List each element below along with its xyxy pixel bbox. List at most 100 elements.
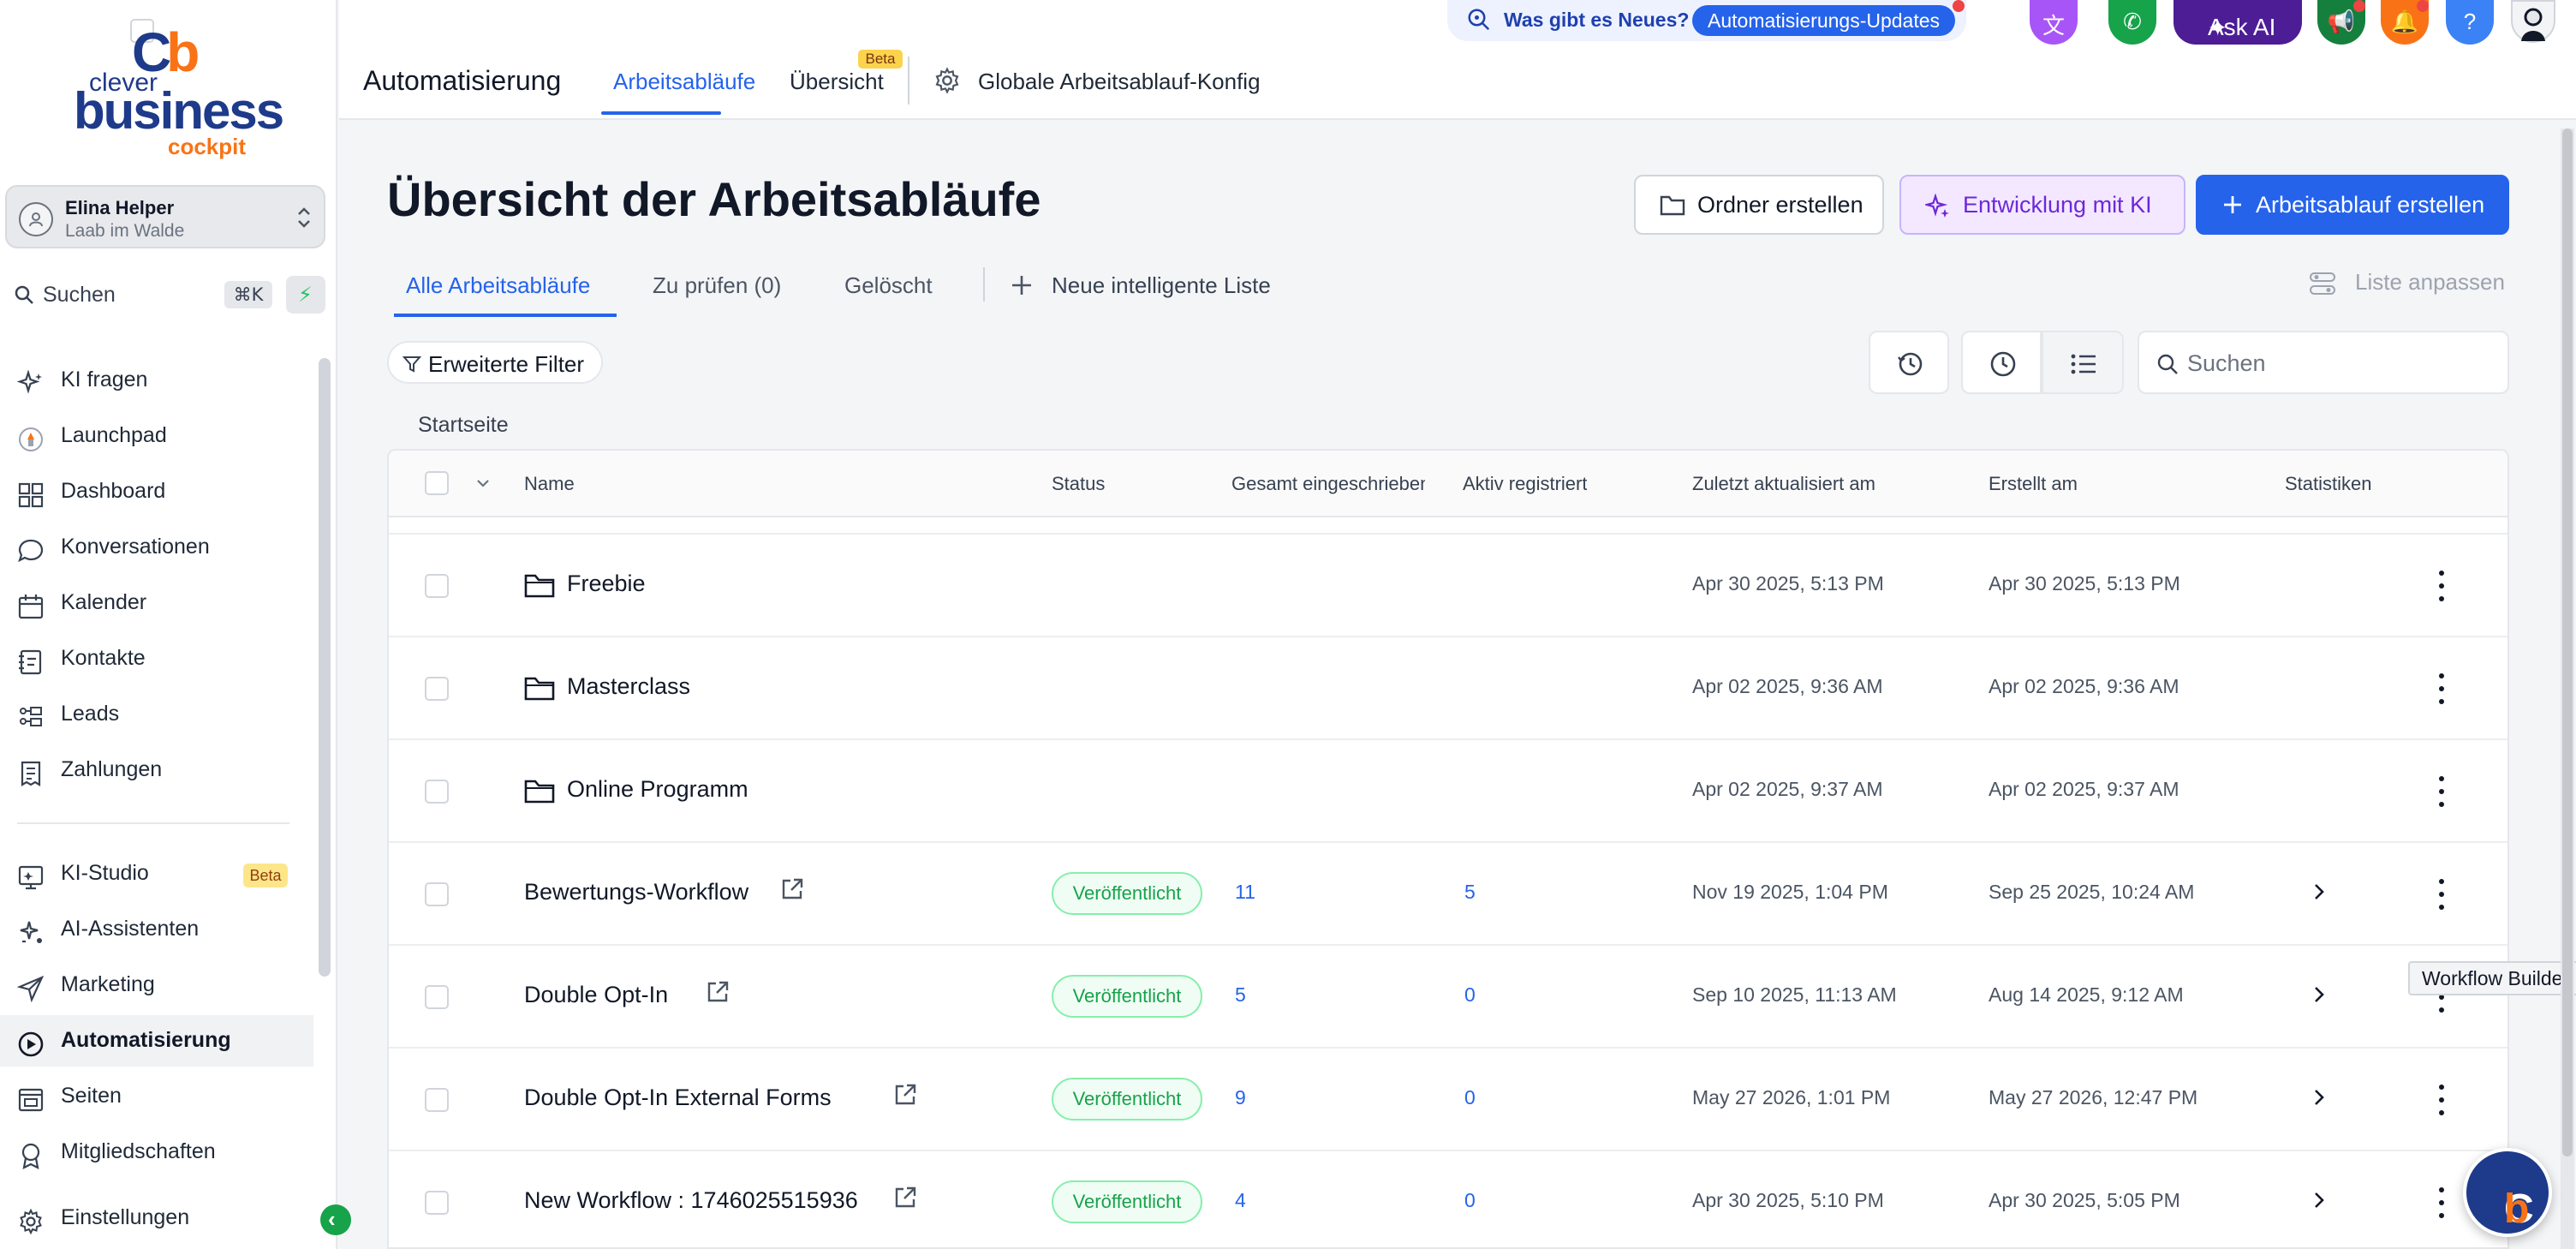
chevron-right-icon[interactable] [2309, 982, 2329, 1007]
column-total-enrolled[interactable]: Gesamt eingeschrieben [1231, 473, 1425, 495]
sidebar-search[interactable]: Suchen ⌘K [7, 276, 272, 314]
sidebar-item-automatisierung[interactable]: Automatisierung [0, 1015, 313, 1067]
total-enrolled-value[interactable]: 5 [1235, 983, 1246, 1007]
tab-global-config[interactable]: Globale Arbeitsablauf-Konfig [978, 69, 1261, 95]
active-enrolled-value[interactable]: 0 [1464, 1086, 1476, 1109]
workflow-search-input[interactable] [2187, 348, 2478, 379]
select-all-checkbox[interactable] [425, 471, 449, 495]
sidebar-item-launchpad[interactable]: Launchpad [0, 410, 313, 462]
external-link-icon[interactable] [706, 980, 730, 1004]
row-checkbox[interactable] [425, 1088, 449, 1112]
sidebar-item-leads[interactable]: Leads [0, 689, 313, 740]
list-view-button[interactable] [2042, 331, 2124, 394]
workflow-row[interactable]: Double Opt-In Veröffentlicht 5 0 Sep 10 2025… [389, 946, 2507, 1049]
row-name[interactable]: Online Programm [567, 776, 748, 803]
create-folder-button[interactable]: Ordner erstellen [1634, 175, 1884, 235]
gear-icon [17, 1208, 46, 1237]
external-link-icon[interactable] [893, 1186, 917, 1210]
tab-workflows[interactable]: Arbeitsabläufe [613, 69, 755, 95]
total-enrolled-value[interactable]: 9 [1235, 1086, 1246, 1109]
row-name[interactable]: Double Opt-In [524, 982, 668, 1008]
create-workflow-button[interactable]: Arbeitsablauf erstellen [2196, 175, 2509, 235]
chevron-down-icon[interactable] [474, 476, 492, 490]
advanced-filter-button[interactable]: Erweiterte Filter [387, 341, 603, 384]
row-name[interactable]: Freebie [567, 571, 646, 597]
folder-row[interactable]: Online Programm Apr 02 2025, 9:37 AM Apr 0… [389, 740, 2507, 843]
active-enrolled-value[interactable]: 0 [1464, 983, 1476, 1007]
folder-row[interactable]: Freebie Apr 30 2025, 5:13 PM Apr 30 2025, … [389, 535, 2507, 637]
account-switcher[interactable]: Elina Helper Laab im Walde [5, 185, 325, 248]
row-name[interactable]: Masterclass [567, 673, 690, 700]
chevron-right-icon[interactable] [2309, 879, 2329, 905]
column-status[interactable]: Status [1052, 473, 1105, 495]
sidebar-item-ai-assistenten[interactable]: AI-Assistenten [0, 904, 313, 955]
chevron-right-icon[interactable] [2309, 1085, 2329, 1110]
whats-new-banner[interactable]: Was gibt es Neues? Automatisierungs-Upda… [1447, 0, 1966, 41]
more-actions-icon[interactable] [2436, 875, 2448, 913]
column-statistics[interactable]: Statistiken [2285, 473, 2372, 495]
row-name[interactable]: Double Opt-In External Forms [524, 1085, 832, 1111]
sidebar-item-dashboard[interactable]: Dashboard [0, 466, 313, 517]
active-enrolled-value[interactable]: 0 [1464, 1189, 1476, 1212]
sidebar-scrollbar[interactable] [319, 358, 331, 977]
recent-view-button[interactable] [1961, 331, 2042, 394]
quick-action-button[interactable]: ⚡ [286, 276, 325, 314]
main-scrollbar[interactable] [2561, 128, 2574, 1249]
row-checkbox[interactable] [425, 1191, 449, 1215]
more-actions-icon[interactable] [2436, 567, 2448, 605]
sidebar-item-kontakte[interactable]: Kontakte [0, 633, 313, 684]
user-avatar[interactable] [2511, 0, 2555, 43]
folder-row[interactable]: Masterclass Apr 02 2025, 9:36 AM Apr 02 20… [389, 637, 2507, 740]
sidebar-item-mitgliedschaften[interactable]: Mitgliedschaften [0, 1126, 313, 1178]
sidebar-item-kalender[interactable]: Kalender [0, 577, 313, 629]
workflow-row[interactable]: Bewertungs-Workflow Veröffentlicht 11 5 Nov … [389, 843, 2507, 946]
row-checkbox[interactable] [425, 780, 449, 804]
translate-button[interactable]: 文 [2030, 0, 2078, 45]
active-enrolled-value[interactable]: 5 [1464, 881, 1476, 904]
automation-updates-pill[interactable]: Automatisierungs-Updates [1692, 5, 1956, 36]
chevron-right-icon[interactable] [2309, 1187, 2329, 1213]
main-scrollbar-thumb[interactable] [2562, 128, 2573, 1156]
tab-overview[interactable]: Übersicht [790, 69, 884, 95]
row-name[interactable]: New Workflow : 1746025515936 [524, 1187, 858, 1214]
account-location: Laab im Walde [65, 221, 185, 241]
row-checkbox[interactable] [425, 882, 449, 906]
column-last-updated[interactable]: Zuletzt aktualisiert am [1692, 473, 1875, 495]
more-actions-icon[interactable] [2436, 773, 2448, 810]
brand-chat-widget[interactable]: Cb [2463, 1148, 2552, 1237]
brand-logo[interactable]: Cb clever business cockpit [72, 19, 284, 159]
external-link-icon[interactable] [780, 877, 804, 901]
sidebar-item-konversationen[interactable]: Konversationen [0, 522, 313, 573]
sidebar-item-einstellungen[interactable]: Einstellungen [0, 1192, 313, 1244]
workflow-search[interactable] [2138, 331, 2509, 394]
subtab-deleted[interactable]: Gelöscht [844, 272, 933, 299]
external-link-icon[interactable] [893, 1083, 917, 1107]
row-name[interactable]: Bewertungs-Workflow [524, 879, 748, 905]
created-value: Apr 02 2025, 9:37 AM [1989, 778, 2179, 800]
total-enrolled-value[interactable]: 11 [1235, 881, 1255, 904]
sidebar-item-ki-fragen[interactable]: KI fragen [0, 355, 313, 406]
row-checkbox[interactable] [425, 677, 449, 701]
column-active-enrolled[interactable]: Aktiv registriert [1463, 473, 1587, 495]
sidebar-item-ki-studio[interactable]: KI-Studio Beta [0, 848, 313, 899]
sidebar-collapse-button[interactable]: ‹ [320, 1204, 351, 1235]
sidebar-item-zahlungen[interactable]: Zahlungen [0, 744, 313, 796]
row-checkbox[interactable] [425, 985, 449, 1009]
ask-ai-button[interactable]: ✦ Ask AI [2174, 0, 2302, 45]
row-checkbox[interactable] [425, 574, 449, 598]
subtab-all-workflows[interactable]: Alle Arbeitsabläufe [406, 272, 590, 299]
sidebar-item-seiten[interactable]: Seiten [0, 1071, 313, 1122]
more-actions-icon[interactable] [2436, 670, 2448, 708]
column-name[interactable]: Name [524, 473, 575, 495]
history-view-button[interactable] [1869, 331, 1949, 394]
sidebar-item-marketing[interactable]: Marketing [0, 959, 313, 1011]
more-actions-icon[interactable] [2436, 1081, 2448, 1119]
build-with-ai-button[interactable]: Entwicklung mit KI [1899, 175, 2185, 235]
column-created[interactable]: Erstellt am [1989, 473, 2078, 495]
total-enrolled-value[interactable]: 4 [1235, 1189, 1246, 1212]
workflow-row[interactable]: New Workflow : 1746025515936 Veröffentlic… [389, 1151, 2507, 1247]
subtab-to-review[interactable]: Zu prüfen (0) [653, 272, 781, 299]
workflow-row[interactable]: Double Opt-In External Forms Veröffentlic… [389, 1049, 2507, 1151]
more-actions-icon[interactable] [2436, 1184, 2448, 1222]
breadcrumb[interactable]: Startseite [418, 413, 509, 438]
